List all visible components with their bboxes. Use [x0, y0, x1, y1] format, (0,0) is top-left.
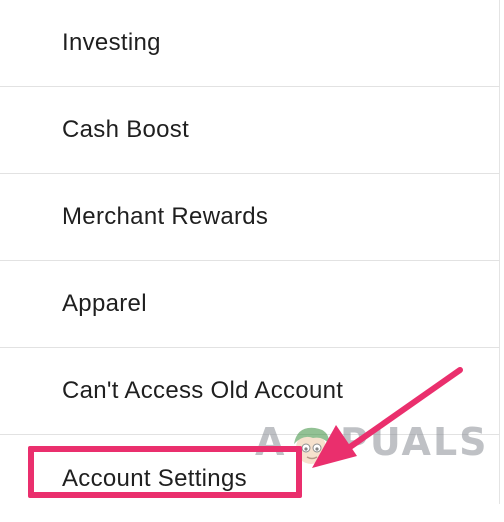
menu-item-label: Investing — [62, 29, 161, 56]
menu-item-label: Apparel — [62, 290, 147, 317]
menu-item-account-settings[interactable]: Account Settings — [0, 435, 500, 522]
menu-item-label: Account Settings — [62, 464, 247, 492]
menu-item-cant-access-old-account[interactable]: Can't Access Old Account — [0, 348, 500, 435]
menu-item-cash-boost[interactable]: Cash Boost — [0, 87, 500, 174]
menu-item-label: Can't Access Old Account — [62, 377, 344, 404]
menu-item-investing[interactable]: Investing — [0, 0, 500, 87]
menu-item-label: Merchant Rewards — [62, 203, 269, 230]
menu-item-label: Cash Boost — [62, 116, 190, 143]
menu-item-apparel[interactable]: Apparel — [0, 261, 500, 348]
settings-menu-list: Investing Cash Boost Merchant Rewards Ap… — [0, 0, 500, 504]
menu-item-merchant-rewards[interactable]: Merchant Rewards — [0, 174, 500, 261]
